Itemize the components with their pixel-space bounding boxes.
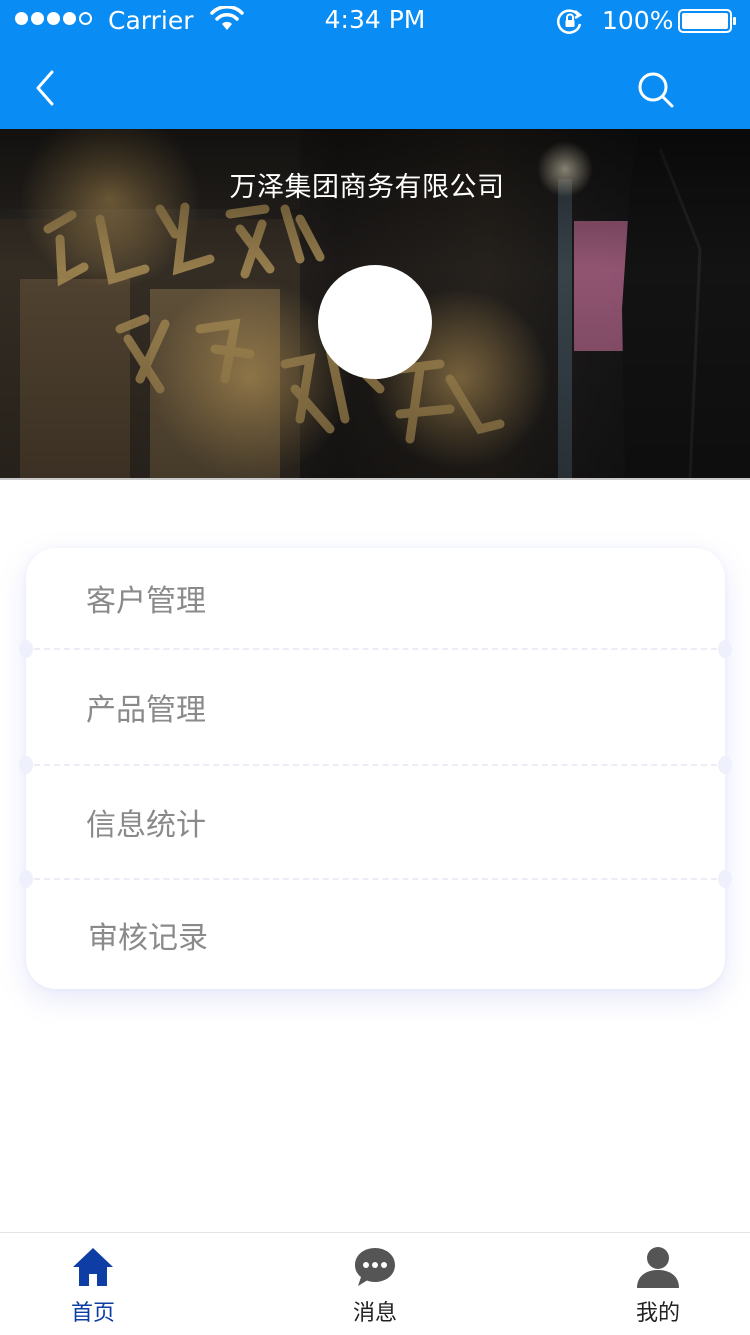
menu-item-label: 信息统计 <box>86 808 206 843</box>
company-banner: 万泽集团商务有限公司 <box>0 129 750 479</box>
battery-icon <box>678 9 736 33</box>
avatar[interactable] <box>318 265 432 379</box>
menu-item-review-records[interactable]: 审核记录 <box>26 880 725 989</box>
tab-home[interactable]: 首页 <box>33 1233 153 1335</box>
banner-divider <box>0 478 750 480</box>
tab-label: 我的 <box>635 1301 680 1326</box>
menu-card: 客户管理 产品管理 信息统计 审核记录 <box>19 548 732 989</box>
home-icon <box>73 1248 113 1286</box>
menu-item-label: 审核记录 <box>88 920 208 956</box>
tab-label: 消息 <box>352 1301 397 1326</box>
user-icon <box>637 1247 679 1288</box>
battery-percentage: 100% <box>602 6 674 35</box>
status-bar: Carrier 4:34 PM 100% <box>0 0 750 40</box>
search-icon[interactable] <box>634 68 678 112</box>
menu-item-product-management[interactable]: 产品管理 <box>26 650 725 764</box>
company-name: 万泽集团商务有限公司 <box>229 172 505 203</box>
menu-item-statistics[interactable]: 信息统计 <box>26 766 725 878</box>
tab-messages[interactable]: 消息 <box>315 1233 435 1335</box>
menu-item-label: 客户管理 <box>86 584 206 619</box>
app-header: Carrier 4:34 PM 100% <box>0 0 750 129</box>
back-chevron-icon[interactable] <box>28 66 64 110</box>
menu-item-customer-management[interactable]: 客户管理 <box>26 548 725 648</box>
tab-label: 首页 <box>70 1301 115 1326</box>
menu-item-label: 产品管理 <box>86 693 206 728</box>
tab-bar: 首页 消息 我的 <box>0 1232 750 1335</box>
tab-profile[interactable]: 我的 <box>598 1233 718 1335</box>
rotation-lock-icon <box>557 9 583 34</box>
chat-bubble-icon <box>355 1248 395 1286</box>
